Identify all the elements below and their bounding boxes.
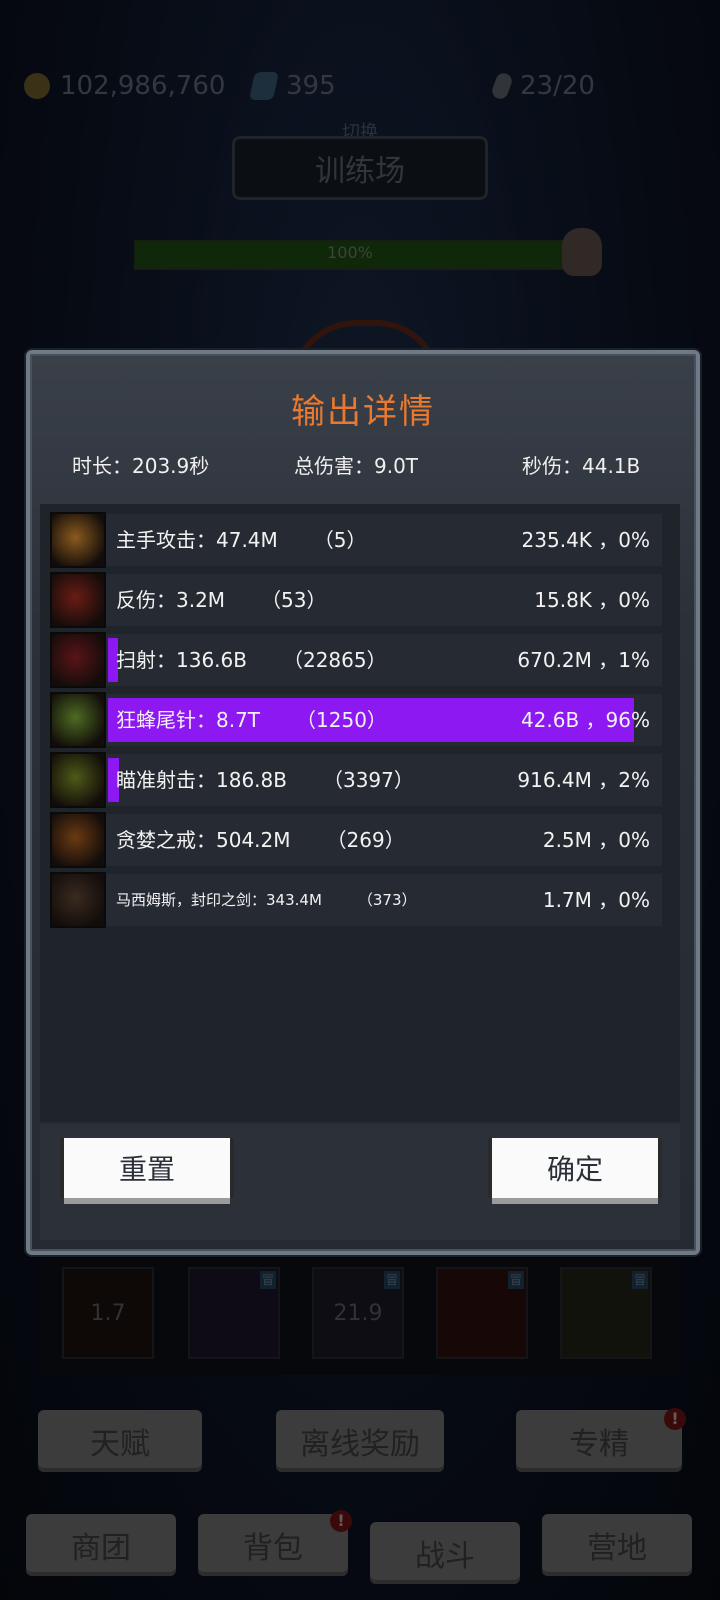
damage-list[interactable]: 主手攻击：47.4M （5） 235.4K ，0% 反伤：3.2M （53） 15.… (40, 504, 680, 1122)
sealed-sword-icon (50, 872, 106, 928)
damage-details-dialog: 输出详情 时长：203.9秒 总伤害：9.0T 秒伤：44.1B 主手攻击：47… (26, 350, 700, 1255)
skill-damage: 反伤：3.2M （53） (116, 574, 327, 626)
total-damage-text: 总伤害：9.0T (294, 454, 419, 478)
skill-damage: 贪婪之戒：504.2M （269） (116, 814, 405, 866)
damage-row: 贪婪之戒：504.2M （269） 2.5M ，0% (50, 812, 662, 868)
skill-damage-text: 马西姆斯，封印之剑：343.4M (116, 891, 322, 909)
crossbow-icon (50, 632, 106, 688)
dps-share: 15.8K ，0% (534, 588, 650, 612)
bow-icon (50, 752, 106, 808)
skill-damage: 扫射：136.6B （22865） (116, 634, 387, 686)
skill-damage: 主手攻击：47.4M （5） (116, 514, 367, 566)
dps-text: 秒伤：44.1B (522, 454, 641, 478)
damage-row: 马西姆斯，封印之剑：343.4M （373） 1.7M ，0% (50, 872, 662, 928)
damage-row: 狂蜂尾针：8.7T （1250） 42.6B ，96% (50, 692, 662, 748)
skill-damage-text: 贪婪之戒：504.2M (116, 828, 291, 852)
ring-icon (50, 812, 106, 868)
damage-row: 反伤：3.2M （53） 15.8K ，0% (50, 572, 662, 628)
dps-share: 235.4K ，0% (521, 528, 650, 552)
hit-count: （269） (326, 828, 405, 852)
skill-damage-text: 瞄准射击：186.8B (116, 768, 287, 792)
skill-damage: 狂蜂尾针：8.7T （1250） (116, 694, 387, 746)
dps-share: 670.2M ，1% (517, 648, 650, 672)
reset-button[interactable]: 重置 (64, 1138, 230, 1198)
skill-damage: 马西姆斯，封印之剑：343.4M （373） (116, 874, 417, 926)
dps-share: 2.5M ，0% (542, 828, 650, 852)
confirm-button[interactable]: 确定 (492, 1138, 658, 1198)
wasp-icon (50, 692, 106, 748)
skill-damage-text: 主手攻击：47.4M (116, 528, 278, 552)
sword-icon (50, 512, 106, 568)
hit-count: （373） (357, 891, 417, 909)
hit-count: （1250） (296, 708, 387, 732)
hit-count: （3397） (322, 768, 414, 792)
hit-count: （53） (261, 588, 327, 612)
damage-row: 瞄准射击：186.8B （3397） 916.4M ，2% (50, 752, 662, 808)
dps-share: 916.4M ，2% (517, 768, 650, 792)
damage-row: 扫射：136.6B （22865） 670.2M ，1% (50, 632, 662, 688)
duration-text: 时长：203.9秒 (72, 454, 210, 478)
hit-count: （5） (313, 528, 367, 552)
skill-damage-text: 狂蜂尾针：8.7T (116, 708, 261, 732)
dialog-title: 输出详情 (291, 392, 435, 432)
thorns-icon (50, 572, 106, 628)
damage-row: 主手攻击：47.4M （5） 235.4K ，0% (50, 512, 662, 568)
skill-damage: 瞄准射击：186.8B （3397） (116, 754, 414, 806)
dps-share: 42.6B ，96% (520, 708, 650, 732)
dps-share: 1.7M ，0% (542, 888, 650, 912)
skill-damage-text: 反伤：3.2M (116, 588, 226, 612)
hit-count: （22865） (282, 648, 387, 672)
skill-damage-text: 扫射：136.6B (116, 648, 247, 672)
